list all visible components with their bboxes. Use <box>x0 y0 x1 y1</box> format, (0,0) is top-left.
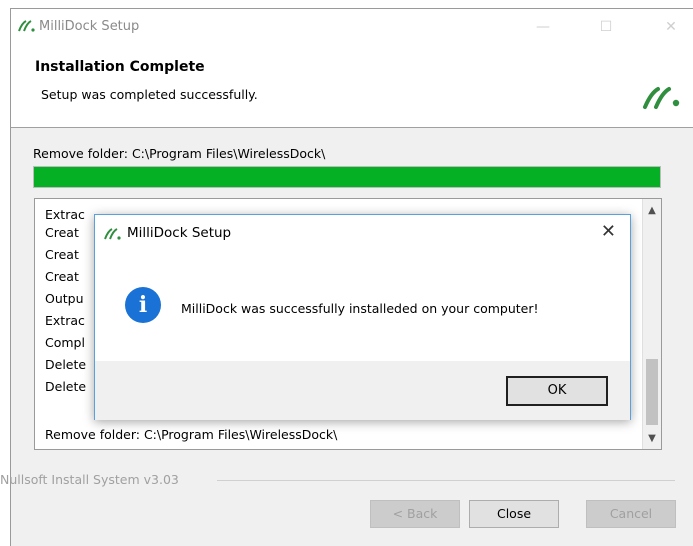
progress-bar <box>33 166 661 188</box>
log-line: Delete <box>45 357 87 372</box>
progress-fill <box>34 167 660 187</box>
log-line: Creat <box>45 247 79 262</box>
log-line: Outpu <box>45 291 84 306</box>
maximize-icon[interactable]: ☐ <box>586 15 626 39</box>
dialog-close-icon[interactable]: ✕ <box>601 221 616 242</box>
millidock-logo-icon <box>104 228 121 240</box>
info-icon: i <box>125 287 161 323</box>
log-scrollbar[interactable]: ▲ ▼ <box>642 199 661 449</box>
log-line: Remove folder: C:\Program Files\Wireless… <box>45 427 338 442</box>
log-line: Delete <box>45 379 87 394</box>
header-panel: Installation Complete Setup was complete… <box>11 45 693 128</box>
minimize-icon[interactable]: — <box>523 15 563 39</box>
status-text: Remove folder: C:\Program Files\Wireless… <box>33 146 326 161</box>
success-dialog: MilliDock Setup ✕ i MilliDock was succes… <box>94 214 631 420</box>
back-button[interactable]: < Back <box>370 500 460 528</box>
log-line: Extrac <box>45 207 85 222</box>
dialog-message: MilliDock was successfully installeded o… <box>181 301 539 316</box>
title-bar: MilliDock Setup — ☐ ✕ <box>11 9 693 45</box>
installer-brand: Nullsoft Install System v3.03 <box>0 472 179 487</box>
header-subtitle: Setup was completed successfully. <box>41 87 258 102</box>
scroll-up-icon[interactable]: ▲ <box>643 205 661 216</box>
footer-divider <box>217 480 675 481</box>
dialog-footer: OK <box>95 361 630 420</box>
log-line: Compl <box>45 335 85 350</box>
millidock-logo-icon <box>18 20 35 32</box>
dialog-title: MilliDock Setup <box>127 225 232 241</box>
ok-button[interactable]: OK <box>506 376 608 406</box>
window-title: MilliDock Setup <box>39 19 140 34</box>
close-button[interactable]: Close <box>469 500 559 528</box>
log-line: Extrac <box>45 313 85 328</box>
millidock-logo-icon <box>643 87 680 109</box>
scroll-thumb[interactable] <box>646 359 658 425</box>
log-line: Creat <box>45 225 79 240</box>
close-icon[interactable]: ✕ <box>651 15 691 39</box>
cancel-button[interactable]: Cancel <box>586 500 676 528</box>
log-line: Creat <box>45 269 79 284</box>
scroll-down-icon[interactable]: ▼ <box>643 433 661 444</box>
header-title: Installation Complete <box>35 59 205 75</box>
